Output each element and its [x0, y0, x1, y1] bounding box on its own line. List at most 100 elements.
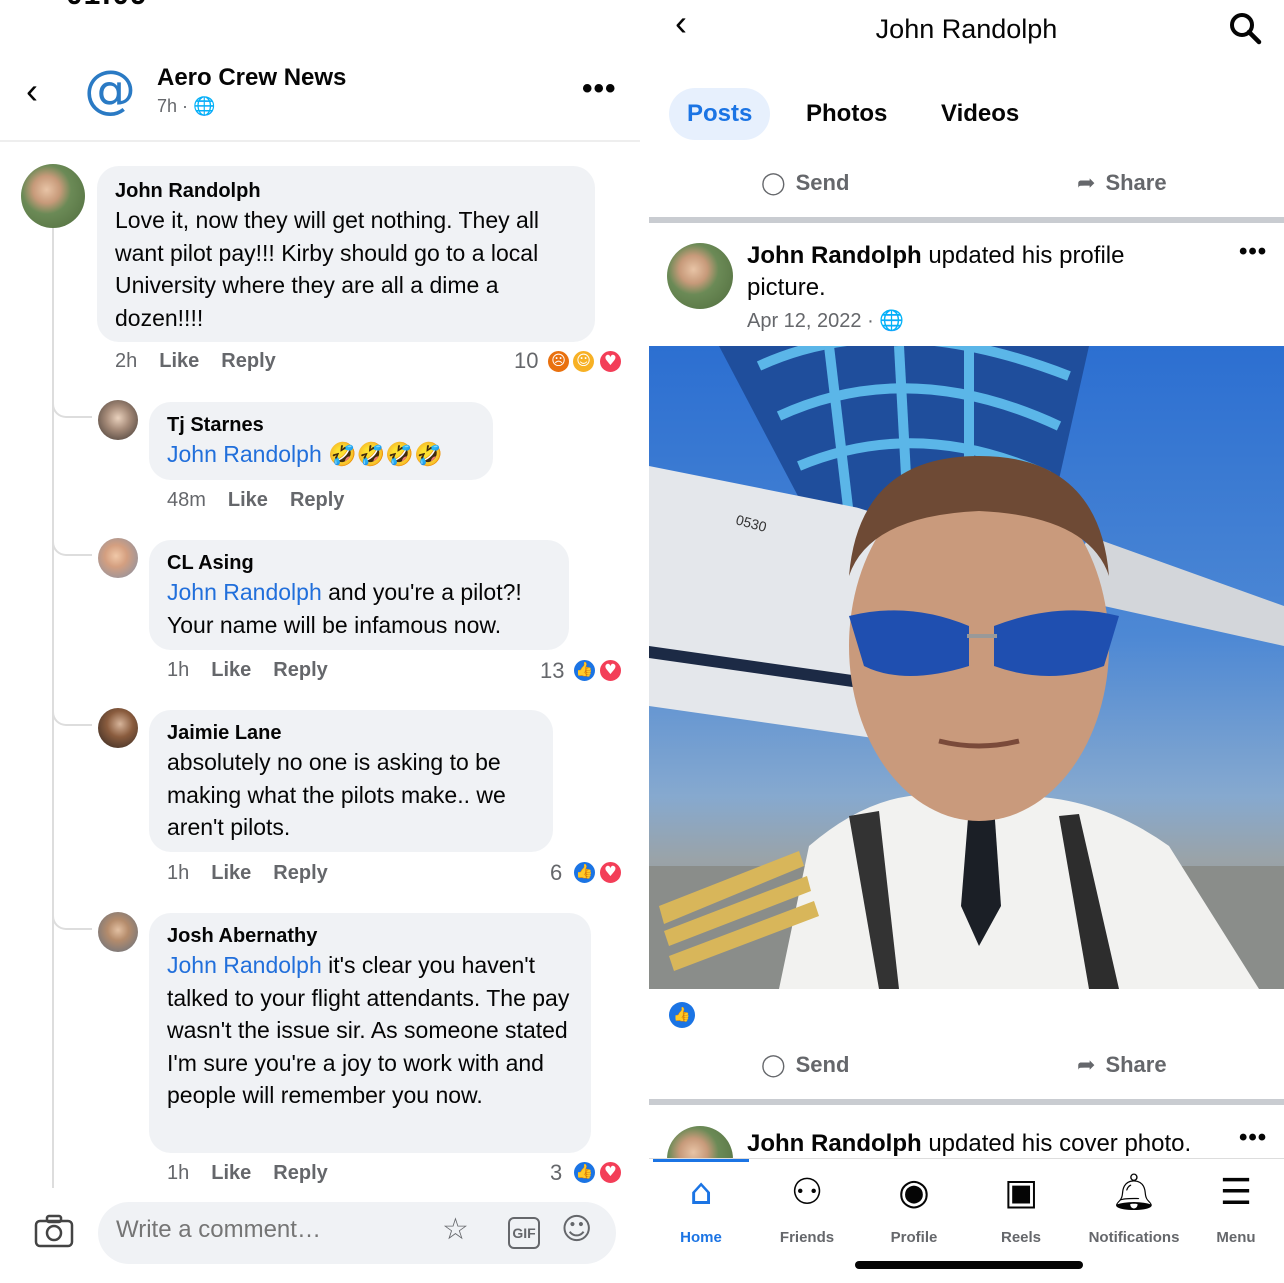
reply-button[interactable]: Reply [273, 862, 327, 885]
comment-time: 1h [167, 1162, 190, 1184]
reply-button[interactable]: Reply [273, 659, 327, 682]
reels-icon: ▣ [1003, 1172, 1038, 1213]
reply-button[interactable]: Reply [221, 350, 275, 373]
profile-picture-photo[interactable]: 0530 [649, 346, 1284, 989]
nav-notifications[interactable]: 🔔︎ Notifications [1079, 1171, 1189, 1246]
reply-button[interactable]: Reply [273, 1162, 327, 1185]
post-date[interactable]: Apr 12, 2022 · 🌐 [747, 308, 904, 333]
home-icon: ⌂ [689, 1172, 713, 1213]
post-author[interactable]: John Randolph [747, 242, 922, 269]
share-button[interactable]: ➦ Share [1077, 170, 1167, 196]
home-indicator [855, 1261, 1083, 1269]
post-headline: John Randolph updated his profile pictur… [747, 240, 1177, 304]
love-reaction-icon: ♥ [598, 860, 623, 885]
comment-author[interactable]: Josh Abernathy [167, 923, 573, 949]
comment-text: Love it, now they will get nothing. They… [115, 207, 540, 331]
like-button[interactable]: Like [159, 350, 199, 373]
comment-bubble: Tj Starnes John Randolph 🤣🤣🤣🤣 [149, 402, 493, 480]
like-reaction-icon: 👍 [572, 1160, 597, 1185]
tab-posts[interactable]: Posts [669, 88, 771, 140]
comment-bubble: CL Asing John Randolph and you're a pilo… [149, 540, 569, 650]
gif-button[interactable]: GIF [508, 1217, 540, 1249]
avatar[interactable] [98, 538, 138, 578]
comment-actions: 2h Like Reply [115, 350, 298, 373]
tab-photos[interactable]: Photos [806, 100, 887, 128]
tab-videos[interactable]: Videos [941, 100, 1019, 128]
thread-branch [52, 398, 92, 418]
nav-reels[interactable]: ▣ Reels [971, 1171, 1071, 1246]
comment-author[interactable]: John Randolph [115, 178, 577, 204]
avatar[interactable] [667, 243, 733, 309]
mention-link[interactable]: John Randolph [167, 952, 322, 978]
profile-icon: ◉ [898, 1172, 930, 1213]
like-reaction-icon: 👍 [572, 860, 597, 885]
comment-author[interactable]: Tj Starnes [167, 412, 475, 438]
thread-branch [52, 910, 92, 930]
angry-reaction-icon: ☹ [546, 349, 571, 374]
nav-home[interactable]: ⌂ Home [651, 1171, 751, 1246]
like-button[interactable]: Like [211, 862, 251, 885]
clock: 01:09 [66, 0, 148, 12]
share-icon: ➦ [1077, 1053, 1096, 1078]
emoji-icon[interactable]: ☺ [561, 1212, 592, 1247]
comment-bubble: John Randolph Love it, now they will get… [97, 166, 595, 342]
page-name[interactable]: Aero Crew News [157, 64, 346, 92]
love-reaction-icon: ♥ [598, 658, 623, 683]
post-author[interactable]: John Randolph [747, 1130, 922, 1157]
post-action-text: updated his cover photo. [921, 1130, 1192, 1157]
menu-icon: ☰ [1219, 1172, 1253, 1213]
haha-reaction-icon: ☺ [571, 349, 596, 374]
nav-friends[interactable]: ⚇ Friends [757, 1171, 857, 1246]
post-action-row: ◯ Send ➦ Share [649, 1048, 1284, 1098]
comment-time: 48m [167, 489, 206, 511]
search-icon[interactable] [1227, 10, 1263, 55]
like-button[interactable]: Like [211, 659, 251, 682]
comment-text: absolutely no one is asking to be making… [167, 749, 506, 840]
reply-button[interactable]: Reply [290, 489, 344, 512]
like-reaction-icon[interactable]: 👍 [669, 1002, 695, 1028]
reaction-count[interactable]: 10 [514, 348, 538, 374]
back-button[interactable]: ‹ [26, 70, 38, 112]
profile-title: John Randolph [875, 14, 1058, 44]
comment-composer: ☆ GIF ☺ [0, 1190, 640, 1283]
friends-icon: ⚇ [790, 1172, 824, 1213]
section-divider [649, 1099, 1284, 1105]
nav-profile[interactable]: ◉ Profile [864, 1171, 964, 1246]
avatar[interactable] [98, 400, 138, 440]
mention-link[interactable]: John Randolph [167, 441, 322, 467]
camera-icon[interactable] [34, 1214, 74, 1256]
avatar[interactable] [21, 164, 85, 228]
pilot-selfie-image: 0530 [649, 346, 1284, 989]
comment-actions: 1h Like Reply [167, 862, 350, 885]
reaction-count[interactable]: 13 [540, 658, 564, 684]
more-options-button[interactable]: ••• [1239, 1124, 1267, 1152]
reaction-count[interactable]: 3 [550, 1160, 562, 1186]
section-divider [649, 217, 1284, 223]
share-button[interactable]: ➦ Share [1077, 1052, 1167, 1078]
mention-link[interactable]: John Randolph [167, 579, 322, 605]
comment-author[interactable]: Jaimie Lane [167, 720, 535, 746]
like-reaction-icon: 👍 [572, 658, 597, 683]
comment-bubble: Jaimie Lane absolutely no one is asking … [149, 710, 553, 852]
comment-input-box[interactable]: ☆ GIF ☺ [98, 1202, 616, 1264]
like-button[interactable]: Like [228, 489, 268, 512]
comment-text: 🤣🤣🤣🤣 [328, 441, 443, 467]
comment-time: 1h [167, 659, 190, 681]
reaction-count[interactable]: 6 [550, 860, 562, 886]
page-logo[interactable]: @ [80, 62, 140, 122]
more-options-button[interactable]: ••• [1239, 238, 1267, 266]
comment-bubble: Josh Abernathy John Randolph it's clear … [149, 913, 591, 1153]
status-bar: 01:09 ▮▮▮ [0, 0, 640, 12]
sticker-icon[interactable]: ☆ [442, 1212, 469, 1247]
more-options-button[interactable]: ••• [582, 72, 617, 106]
send-button[interactable]: ◯ Send [761, 170, 849, 196]
comment-input[interactable] [116, 1216, 416, 1244]
send-button[interactable]: ◯ Send [761, 1052, 849, 1078]
like-button[interactable]: Like [211, 1162, 251, 1185]
thread-branch [52, 536, 92, 556]
active-tab-indicator [653, 1159, 749, 1162]
comment-author[interactable]: CL Asing [167, 550, 551, 576]
avatar[interactable] [98, 912, 138, 952]
nav-menu[interactable]: ☰ Menu [1186, 1171, 1284, 1246]
avatar[interactable] [98, 708, 138, 748]
